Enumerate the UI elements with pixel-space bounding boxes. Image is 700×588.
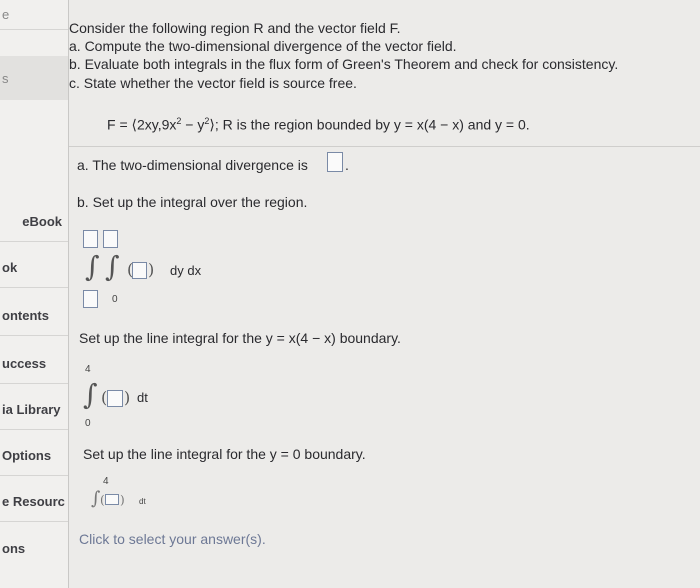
line-integral-1-lower: 0: [85, 418, 91, 429]
problem-part-a: a. Compute the two-dimensional divergenc…: [69, 38, 457, 54]
outer-integral-icon: ∫: [85, 250, 100, 283]
field-rhs: ⟩; R is the region bounded by y = x(4 − …: [209, 116, 530, 133]
setup-label: b. Set up the integral over the region.: [77, 194, 308, 210]
field-mid: − y: [181, 116, 205, 133]
close-paren-icon-3: ): [120, 493, 125, 507]
sidebar-item-options-2[interactable]: ons: [0, 528, 68, 568]
line-integral-2-icon: ∫: [91, 488, 101, 509]
close-paren-icon: ): [148, 260, 155, 279]
sidebar-item-media-library[interactable]: ia Library: [0, 390, 68, 430]
line-integral-2-integrand-box[interactable]: [105, 494, 119, 505]
sidebar-item-contents[interactable]: ontents: [0, 296, 68, 336]
divergence-answer-box[interactable]: [327, 152, 343, 172]
dt-label: dt: [137, 390, 148, 405]
sidebar-item-s[interactable]: s: [0, 60, 68, 96]
sidebar-item-success[interactable]: uccess: [0, 344, 68, 384]
question-panel: Consider the following region R and the …: [69, 0, 700, 588]
integrand-box[interactable]: [132, 262, 147, 279]
sidebar-item-ebook[interactable]: eBook: [0, 202, 68, 242]
open-paren-icon-3: (: [100, 493, 105, 507]
sidebar: e s eBook ok ontents uccess ia Library O…: [0, 0, 69, 588]
line-integral-2-label: Set up the line integral for the y = 0 b…: [83, 446, 366, 462]
line-integral-1-label: Set up the line integral for the y = x(4…: [79, 330, 401, 346]
vector-field-equation: F = ⟨2xy,9x2 − y2⟩; R is the region boun…: [107, 116, 530, 134]
problem-intro: Consider the following region R and the …: [69, 20, 401, 36]
divider: [69, 146, 700, 147]
divergence-label: a. The two-dimensional divergence is: [77, 157, 308, 173]
line-integral-1-upper: 4: [85, 364, 91, 375]
line-integral-2-upper: 4: [103, 476, 109, 487]
sidebar-item-options[interactable]: Options: [0, 436, 68, 476]
line-integral-1-integrand-box[interactable]: [107, 390, 123, 407]
problem-part-b: b. Evaluate both integrals in the flux f…: [69, 56, 619, 72]
divergence-period: .: [345, 157, 349, 173]
outer-lower-limit-box[interactable]: [83, 290, 98, 308]
dt-label-2: dt: [139, 497, 146, 506]
close-paren-icon-2: ): [124, 388, 131, 407]
sidebar-item-e[interactable]: e: [0, 0, 68, 30]
outer-upper-limit-box[interactable]: [83, 230, 98, 248]
inner-lower-limit: 0: [112, 294, 118, 305]
problem-part-c: c. State whether the vector field is sou…: [69, 75, 357, 91]
inner-upper-limit-box[interactable]: [103, 230, 118, 248]
click-to-select-hint: Click to select your answer(s).: [79, 531, 266, 547]
line-integral-1-icon: ∫: [83, 378, 98, 411]
field-lhs: F = ⟨2xy,9x: [107, 116, 177, 133]
dydx-label: dy dx: [170, 263, 202, 278]
inner-integral-icon: ∫: [105, 250, 120, 283]
sidebar-item-book[interactable]: ok: [0, 248, 68, 288]
sidebar-item-resources[interactable]: e Resourc: [0, 482, 68, 522]
